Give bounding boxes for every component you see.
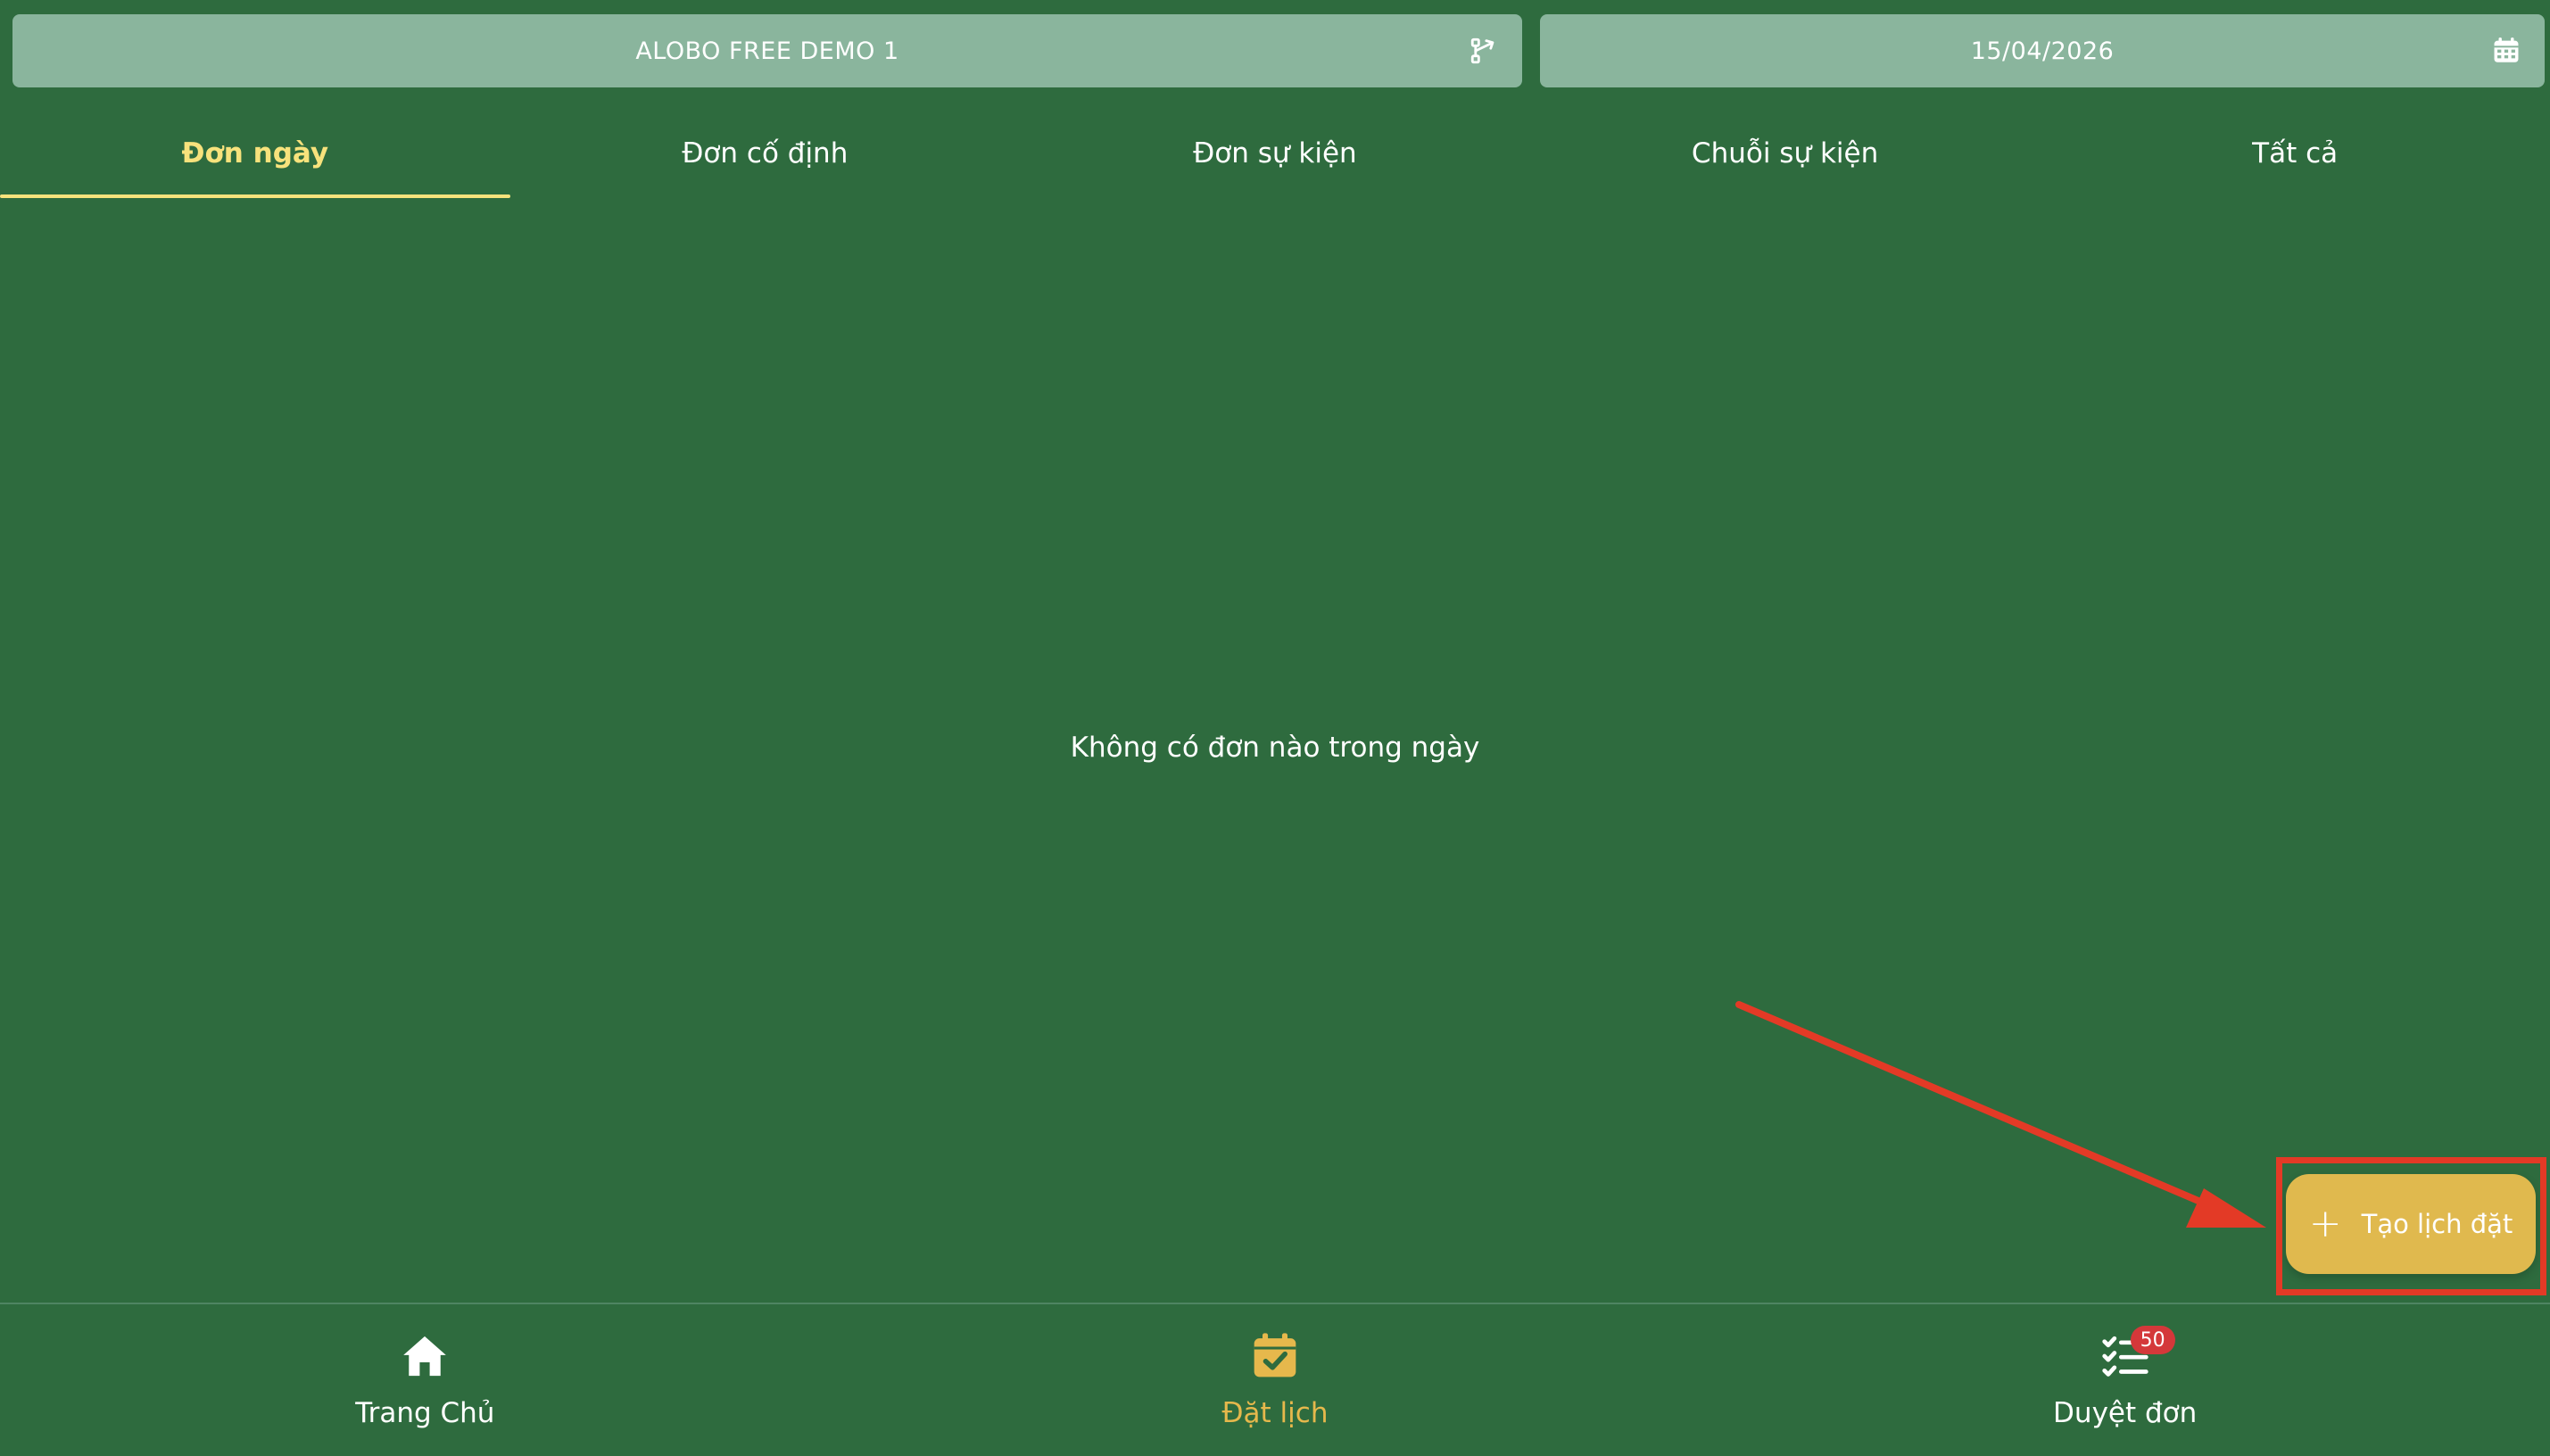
date-picker[interactable]: 15/04/2026 bbox=[1540, 14, 2545, 87]
calendar-check-icon bbox=[1254, 1333, 1296, 1377]
nav-booking-label: Đặt lịch bbox=[1221, 1397, 1329, 1429]
top-bar: ALOBO FREE DEMO 1 15/04/2026 bbox=[0, 0, 2550, 98]
tab-event-series[interactable]: Chuỗi sự kiện bbox=[1530, 107, 2041, 200]
nav-approve-label: Duyệt đơn bbox=[2053, 1397, 2198, 1429]
create-booking-button[interactable]: + Tạo lịch đặt bbox=[2286, 1174, 2536, 1274]
branch-switch-icon bbox=[1470, 37, 1494, 64]
annotation-arrow bbox=[1735, 1001, 2266, 1228]
venue-name: ALOBO FREE DEMO 1 bbox=[635, 37, 899, 65]
date-value: 15/04/2026 bbox=[1970, 37, 2115, 65]
venue-selector[interactable]: ALOBO FREE DEMO 1 bbox=[12, 14, 1522, 87]
checklist-icon-wrapper: 50 bbox=[2100, 1326, 2175, 1381]
calendar-icon bbox=[2494, 37, 2519, 62]
tab-daily-orders[interactable]: Đơn ngày bbox=[0, 107, 510, 200]
order-type-tabs: Đơn ngày Đơn cố định Đơn sự kiện Chuỗi s… bbox=[0, 107, 2550, 200]
tab-fixed-orders[interactable]: Đơn cố định bbox=[510, 107, 1021, 200]
empty-state-message: Không có đơn nào trong ngày bbox=[1070, 732, 1480, 764]
plus-icon: + bbox=[2308, 1201, 2342, 1246]
nav-home[interactable]: Trang Chủ bbox=[0, 1304, 850, 1456]
create-booking-label: Tạo lịch đặt bbox=[2361, 1209, 2513, 1239]
tab-event-orders[interactable]: Đơn sự kiện bbox=[1020, 107, 1530, 200]
nav-booking[interactable]: Đặt lịch bbox=[850, 1304, 1701, 1456]
tab-all[interactable]: Tất cả bbox=[2040, 107, 2550, 200]
pending-orders-badge: 50 bbox=[2130, 1326, 2175, 1354]
bottom-navigation: Trang Chủ Đặt lịch 50 Duyệt đơn bbox=[0, 1303, 2550, 1456]
nav-approve-orders[interactable]: 50 Duyệt đơn bbox=[1700, 1304, 2550, 1456]
home-icon bbox=[403, 1336, 447, 1377]
nav-home-label: Trang Chủ bbox=[355, 1397, 495, 1429]
